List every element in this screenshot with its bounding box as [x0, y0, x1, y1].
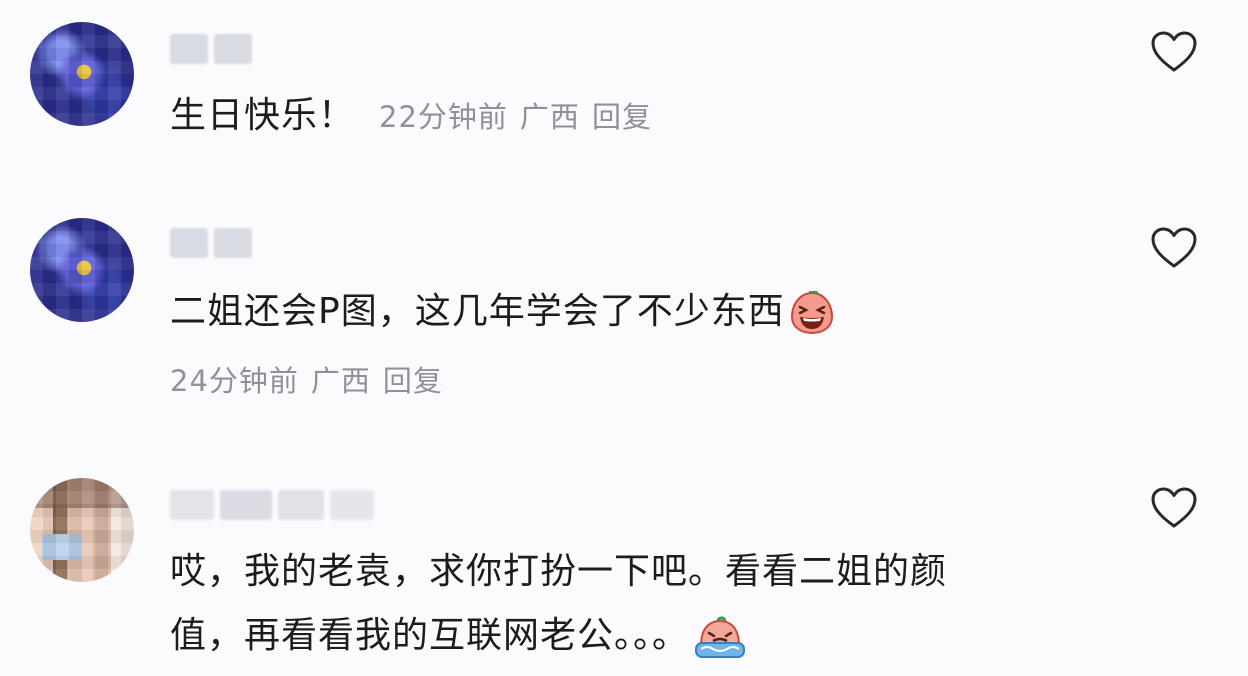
comment-meta: 24分钟前 广西 回复 — [170, 358, 455, 400]
like-heart-icon[interactable] — [1150, 30, 1198, 74]
reply-button[interactable]: 回复 — [383, 364, 443, 398]
like-heart-icon[interactable] — [1150, 226, 1198, 270]
laughing-emoji-icon — [790, 291, 833, 335]
reply-button[interactable]: 回复 — [592, 100, 652, 134]
comment-text: 二姐还会P图，这几年学会了不少东西 — [170, 282, 835, 342]
username-blurred[interactable] — [170, 490, 374, 520]
comment-location: 广西 — [519, 100, 580, 134]
like-heart-icon[interactable] — [1150, 486, 1198, 530]
comment-text: 生日快乐！ 22分钟前 广西 回复 — [170, 95, 652, 136]
avatar[interactable] — [30, 22, 134, 126]
comment-location: 广西 — [310, 364, 371, 398]
comment-text-line-2: 值，再看看我的互联网老公。。。 — [170, 606, 747, 666]
comment-text-line-1: 哎，我的老袁，求你打扮一下吧。看看二姐的颜 — [170, 551, 948, 592]
comment-time: 22分钟前 — [379, 100, 508, 134]
username-blurred[interactable] — [170, 34, 252, 64]
comment-time: 24分钟前 — [170, 364, 299, 398]
comment-list: 生日快乐！ 22分钟前 广西 回复 二姐还会P图，这几年学会了不少东西 24分钟前 广西… — [0, 0, 1248, 676]
crying-emoji-icon — [695, 616, 746, 658]
avatar[interactable] — [30, 478, 134, 582]
username-blurred[interactable] — [170, 228, 252, 258]
avatar[interactable] — [30, 218, 134, 322]
